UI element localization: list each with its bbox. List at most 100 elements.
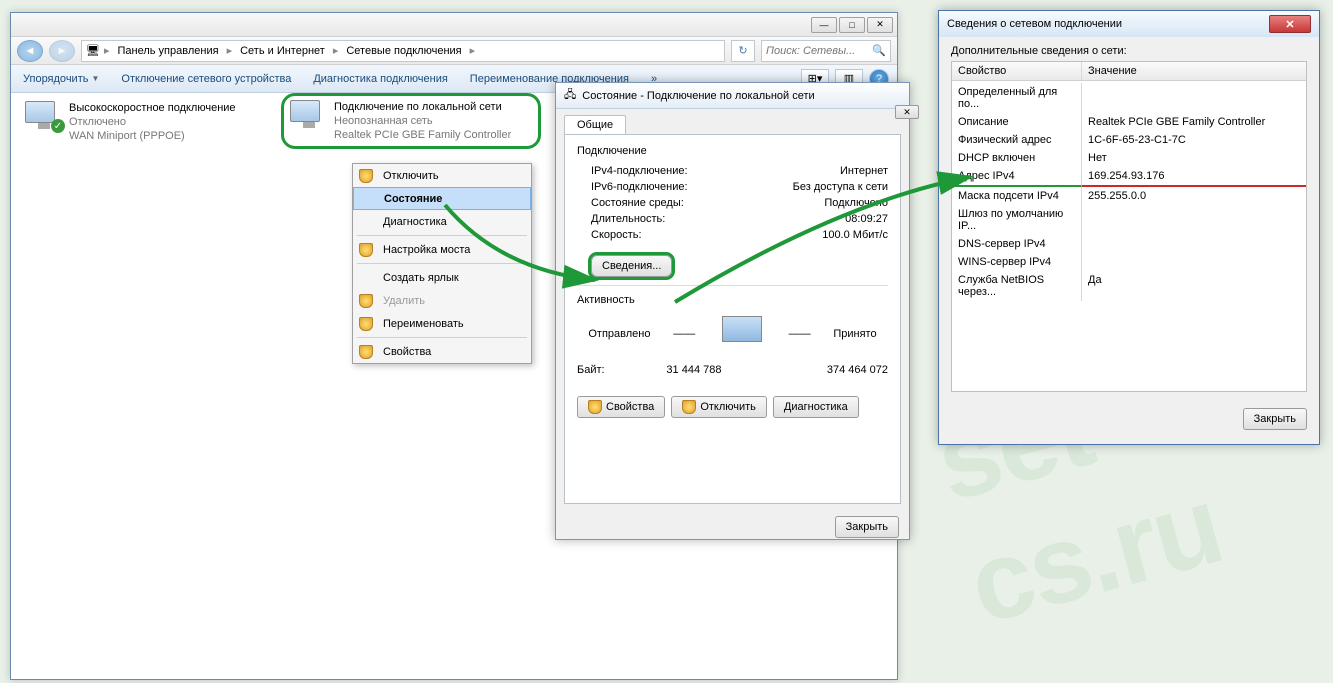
ipv4-label: IPv4-подключение: (591, 165, 688, 177)
detail-key: WINS-сервер IPv4 (952, 253, 1082, 271)
detail-row[interactable]: Физический адрес1C-6F-65-23-C1-7C (952, 131, 1306, 149)
detail-value (1082, 205, 1306, 235)
bc-network-internet[interactable]: Сеть и Интернет (236, 45, 329, 57)
detail-value: Да (1082, 271, 1306, 301)
ctx-properties[interactable]: Свойства (353, 340, 531, 363)
detail-key: Маска подсети IPv4 (952, 187, 1082, 205)
chevron-right-icon: ▸ (333, 44, 339, 57)
detail-row[interactable]: DHCP включенНет (952, 149, 1306, 167)
close-button[interactable]: Закрыть (835, 516, 899, 538)
detail-value: 169.254.93.176 (1082, 167, 1306, 187)
bytes-label: Байт: (577, 364, 605, 376)
connection-icon (290, 100, 328, 138)
refresh-button[interactable]: ↻ (731, 40, 755, 62)
close-button[interactable]: Закрыть (1243, 408, 1307, 430)
shield-icon (359, 345, 373, 359)
ipv6-label: IPv6-подключение: (591, 181, 688, 193)
media-value: Подключено (824, 197, 888, 209)
disable-device-button[interactable]: Отключение сетевого устройства (117, 71, 295, 87)
duration-value: 08:09:27 (845, 213, 888, 225)
detail-row[interactable]: WINS-сервер IPv4 (952, 253, 1306, 271)
ctx-delete[interactable]: Удалить (353, 289, 531, 312)
ctx-status[interactable]: Состояние (353, 187, 531, 210)
detail-key: Физический адрес (952, 131, 1082, 149)
detail-value (1082, 253, 1306, 271)
ctx-bridge[interactable]: Настройка моста (353, 238, 531, 261)
search-input[interactable] (766, 45, 872, 57)
dialog-close-button[interactable]: ✕ (895, 105, 919, 119)
detail-value: 1C-6F-65-23-C1-7C (1082, 131, 1306, 149)
connection-adapter: WAN Miniport (PPPOE) (69, 129, 236, 143)
chevron-right-icon: ▸ (227, 44, 233, 57)
detail-row[interactable]: DNS-сервер IPv4 (952, 235, 1306, 253)
status-dialog: 🖧 Состояние - Подключение по локальной с… (555, 82, 910, 540)
separator (357, 337, 527, 338)
check-icon: ✓ (51, 119, 65, 133)
detail-key: Определенный для по... (952, 83, 1082, 113)
diagnose-button[interactable]: Диагностика подключения (309, 71, 451, 87)
media-label: Состояние среды: (591, 197, 684, 209)
ctx-disable[interactable]: Отключить (353, 164, 531, 187)
maximize-button[interactable]: □ (839, 17, 865, 33)
close-button[interactable]: ✕ (1269, 15, 1311, 33)
computer-icon: 🖥 (86, 44, 100, 57)
navbar: ◄ ► 🖥 ▸ Панель управления ▸ Сеть и Интер… (11, 37, 897, 65)
bc-control-panel[interactable]: Панель управления (114, 45, 223, 57)
ctx-diagnose[interactable]: Диагностика (353, 210, 531, 233)
separator (357, 235, 527, 236)
details-dialog: Сведения о сетевом подключении ✕ Дополни… (938, 10, 1320, 445)
shield-icon (682, 400, 696, 414)
detail-row[interactable]: ОписаниеRealtek PCIe GBE Family Controll… (952, 113, 1306, 131)
dash: —— (673, 328, 695, 340)
dialog-title: 🖧 Состояние - Подключение по локальной с… (556, 83, 909, 109)
received-label: Принято (833, 328, 876, 340)
detail-row[interactable]: Адрес IPv4169.254.93.176 (952, 167, 1306, 187)
detail-value: Realtek PCIe GBE Family Controller (1082, 113, 1306, 131)
connection-adapter: Realtek PCIe GBE Family Controller (334, 128, 511, 142)
connection-lan[interactable]: Подключение по локальной сети Неопознанн… (281, 93, 541, 149)
properties-button[interactable]: Свойства (577, 396, 665, 418)
bytes-sent: 31 444 788 (666, 364, 721, 376)
separator (357, 263, 527, 264)
detail-row[interactable]: Шлюз по умолчанию IP... (952, 205, 1306, 235)
section-connection: Подключение (577, 145, 888, 157)
column-value[interactable]: Значение (1082, 62, 1306, 80)
detail-value (1082, 83, 1306, 113)
column-property[interactable]: Свойство (952, 62, 1082, 80)
connection-title: Высокоскоростное подключение (69, 101, 236, 115)
network-icon: 🖧 (564, 86, 576, 105)
disable-button[interactable]: Отключить (671, 396, 767, 418)
bc-network-connections[interactable]: Сетевые подключения (342, 45, 465, 57)
shield-icon (359, 317, 373, 331)
diagnose-button[interactable]: Диагностика (773, 396, 859, 418)
detail-key: Служба NetBIOS через... (952, 271, 1082, 301)
detail-key: DHCP включен (952, 149, 1082, 167)
tab-general[interactable]: Общие (564, 115, 626, 134)
details-list: Свойство Значение Определенный для по...… (951, 61, 1307, 392)
search-box[interactable]: 🔍 (761, 40, 891, 62)
shield-icon (359, 169, 373, 183)
connection-status: Отключено (69, 115, 236, 129)
chevron-right-icon: ▸ (104, 44, 110, 57)
ctx-shortcut[interactable]: Создать ярлык (353, 266, 531, 289)
detail-key: Описание (952, 113, 1082, 131)
breadcrumb[interactable]: 🖥 ▸ Панель управления ▸ Сеть и Интернет … (81, 40, 725, 62)
dash: —— (789, 328, 811, 340)
activity-icon (718, 316, 766, 352)
forward-button[interactable]: ► (49, 40, 75, 62)
back-button[interactable]: ◄ (17, 40, 43, 62)
detail-row[interactable]: Служба NetBIOS через...Да (952, 271, 1306, 301)
detail-key: Шлюз по умолчанию IP... (952, 205, 1082, 235)
dialog-title: Сведения о сетевом подключении ✕ (939, 11, 1319, 37)
detail-row[interactable]: Маска подсети IPv4255.255.0.0 (952, 187, 1306, 205)
details-button[interactable]: Сведения... (591, 255, 672, 277)
shield-icon (588, 400, 602, 414)
ctx-rename[interactable]: Переименовать (353, 312, 531, 335)
detail-row[interactable]: Определенный для по... (952, 83, 1306, 113)
minimize-button[interactable]: — (811, 17, 837, 33)
connection-wan[interactable]: ✓ Высокоскоростное подключение Отключено… (19, 97, 269, 147)
titlebar: — □ ✕ (11, 13, 897, 37)
detail-value (1082, 235, 1306, 253)
organize-button[interactable]: Упорядочить▼ (19, 71, 103, 87)
close-button[interactable]: ✕ (867, 17, 893, 33)
